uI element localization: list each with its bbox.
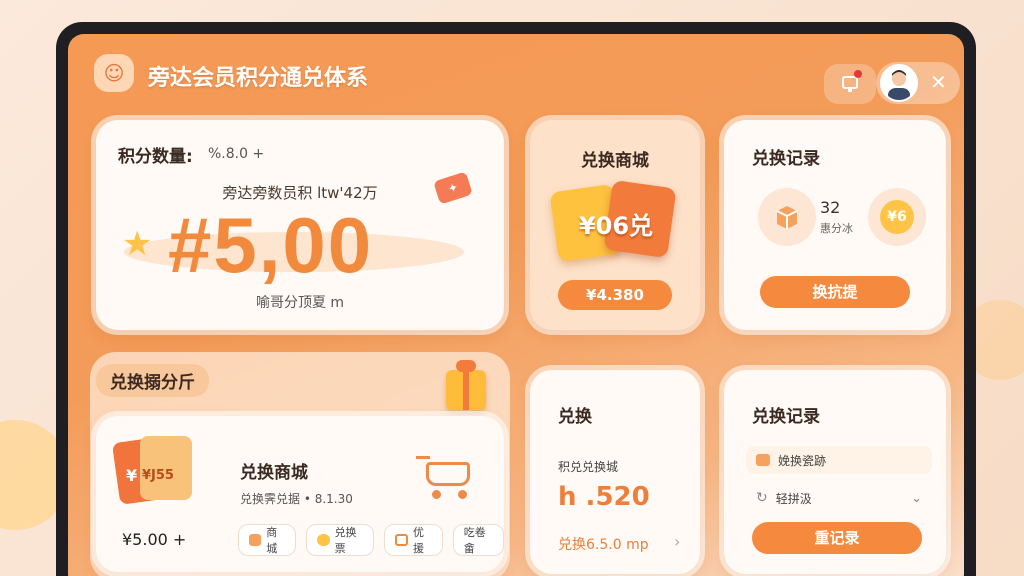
history-dropdown[interactable]: ↻ 轻拼汲 ⌄ bbox=[746, 484, 932, 512]
exchange-title: 兑换商城 bbox=[240, 463, 308, 483]
app-title: 旁达会员积分通兑体系 bbox=[148, 66, 369, 91]
coin-icon bbox=[317, 534, 330, 546]
top-bar: ☺ 旁达会员积分通兑体系 ✕ bbox=[68, 34, 964, 114]
store-icon bbox=[249, 534, 262, 546]
rate-value: h .520 bbox=[558, 482, 650, 512]
close-button[interactable]: ✕ bbox=[930, 70, 947, 94]
history-button[interactable]: 重记录 bbox=[752, 522, 922, 554]
history-row-label: 娩换瓷跡 bbox=[778, 453, 827, 468]
chip-label: 兑换票 bbox=[334, 526, 357, 555]
package-icon[interactable] bbox=[758, 188, 816, 246]
chip-exchange-ticket[interactable]: 兑换票 bbox=[306, 524, 375, 556]
chip-more[interactable]: 吃卷畲 bbox=[452, 524, 504, 556]
mall-card[interactable]: 兑换商城 ¥06兑 ¥4.380 bbox=[530, 120, 700, 330]
star-icon: ★ bbox=[122, 224, 153, 264]
refresh-icon: ↻ bbox=[756, 490, 768, 506]
chip-label: 优援 bbox=[412, 526, 424, 555]
coupon-icon: ¥06兑 bbox=[549, 179, 678, 270]
rate-title: 兑换 bbox=[558, 407, 592, 427]
rate-card: 兑换 积兑兑换城 h .520 兑换6.5.0 mp › bbox=[530, 370, 700, 574]
chevron-down-icon: ⌄ bbox=[911, 490, 922, 506]
chip-label: 商城 bbox=[266, 526, 278, 555]
exchange-section-tag: 兑换搦分斤 bbox=[96, 364, 209, 397]
points-label-value: %.8.0 + bbox=[208, 146, 265, 162]
record-count-label: 惠分冰 bbox=[820, 222, 853, 235]
cart-icon[interactable] bbox=[416, 454, 476, 500]
record-card: 兑换记录 32 惠分冰 ¥6 换抗提 bbox=[724, 120, 946, 330]
record-button[interactable]: 换抗提 bbox=[760, 276, 910, 308]
history-title: 兑换记录 bbox=[752, 407, 820, 427]
user-menu[interactable]: ✕ bbox=[876, 62, 960, 104]
chip-coupon[interactable]: 优援 bbox=[384, 524, 443, 556]
rate-footer-link[interactable]: 兑换6.5.0 mp bbox=[558, 534, 649, 554]
category-chips: 商城 兑换票 优援 吃卷畲 bbox=[238, 524, 504, 556]
record-count: 32 bbox=[820, 198, 841, 217]
mall-title: 兑换商城 bbox=[581, 151, 649, 171]
coupon-text: ¥06兑 bbox=[578, 212, 654, 240]
history-card: 兑换记录 娩换瓷跡 ↻ 轻拼汲 ⌄ 重记录 bbox=[724, 370, 946, 574]
coin-icon[interactable]: ¥6 bbox=[868, 188, 926, 246]
points-label: 积分数量: bbox=[118, 147, 193, 167]
rate-label: 积兑兑换城 bbox=[558, 460, 619, 474]
notification-dot bbox=[854, 70, 862, 78]
chip-label: 吃卷畲 bbox=[463, 526, 486, 555]
exchange-card: ¥ ¥J55 ¥5.00 + 兑换商城 兑换霁兑据 • 8.1.30 商城 兑换… bbox=[96, 416, 504, 572]
store-icon bbox=[756, 454, 770, 466]
ticket-icon bbox=[395, 534, 408, 546]
points-footer: 喻哥分顶夏 m bbox=[255, 295, 345, 311]
app-screen: ☺ 旁达会员积分通兑体系 ✕ 积分数量: %.8.0 + 旁达旁数员积 ltw'… bbox=[68, 34, 964, 576]
gift-icon bbox=[446, 360, 486, 410]
bag-label: ¥J55 bbox=[142, 468, 174, 483]
exchange-description: 兑换霁兑据 • 8.1.30 bbox=[240, 492, 353, 506]
points-value: #5,00 bbox=[168, 201, 374, 289]
smiley-cloud-icon: ☺ bbox=[94, 54, 134, 92]
record-title: 兑换记录 bbox=[752, 149, 820, 169]
chevron-right-icon[interactable]: › bbox=[674, 532, 680, 551]
coin-text: ¥6 bbox=[880, 200, 914, 234]
history-dropdown-label: 轻拼汲 bbox=[775, 491, 812, 506]
exchange-price: ¥5.00 + bbox=[122, 530, 187, 549]
avatar[interactable] bbox=[880, 64, 918, 102]
bag-yen: ¥ bbox=[126, 466, 138, 485]
notification-button[interactable] bbox=[824, 64, 876, 104]
history-row[interactable]: 娩换瓷跡 bbox=[746, 446, 932, 474]
mall-button[interactable]: ¥4.380 bbox=[558, 280, 672, 310]
shopping-bag-icon: ¥ ¥J55 bbox=[111, 432, 194, 512]
tablet-device: ☺ 旁达会员积分通兑体系 ✕ 积分数量: %.8.0 + 旁达旁数员积 ltw'… bbox=[56, 22, 976, 576]
points-card: 积分数量: %.8.0 + 旁达旁数员积 ltw'42万 ★ ✦ #5,00 喻… bbox=[96, 120, 504, 330]
chip-store[interactable]: 商城 bbox=[238, 524, 297, 556]
